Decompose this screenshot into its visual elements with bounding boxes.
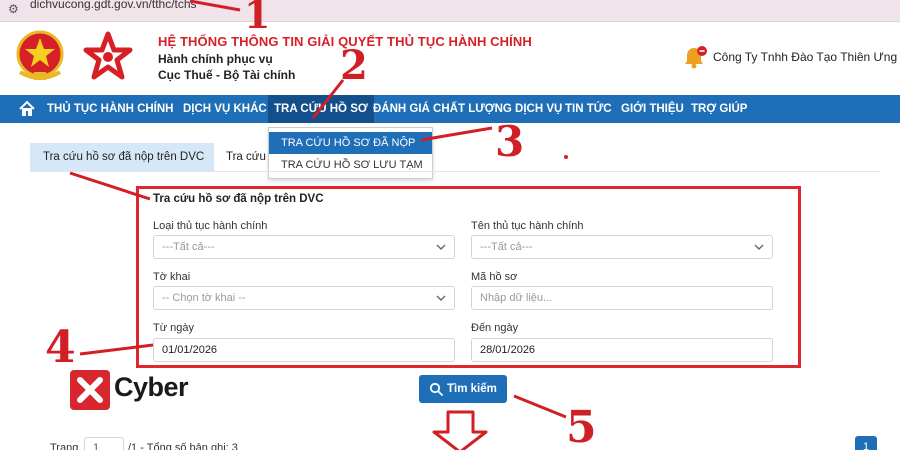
to-khai-value: -- Chọn tờ khai -- — [162, 292, 246, 304]
ma-ho-so-placeholder: Nhập dữ liệu... — [480, 292, 553, 304]
site-info-icon[interactable]: ⚙ — [8, 2, 19, 16]
page-number-value: 1 — [93, 442, 100, 450]
tab-divider — [30, 171, 880, 172]
home-icon[interactable] — [18, 100, 36, 118]
company-name[interactable]: Công Ty Tnhh Đào Tạo Thiên Ưng — [713, 50, 897, 64]
loai-thu-tuc-value: ---Tất cả--- — [162, 241, 215, 253]
page-label: Trang — [50, 442, 79, 450]
loai-thu-tuc-label: Loại thủ tục hành chính — [153, 220, 268, 232]
subtitle-agency: Cục Thuế - Bộ Tài chính — [158, 68, 296, 82]
nav-gioi-thieu[interactable]: GIỚI THIỆU — [621, 95, 684, 123]
nav-dich-vu-khac[interactable]: DỊCH VỤ KHÁC — [183, 95, 267, 123]
nav-danh-gia-chat-luong[interactable]: ĐÁNH GIÁ CHẤT LƯỢNG DỊCH VỤ — [373, 95, 562, 123]
loai-thu-tuc-select[interactable]: ---Tất cả--- — [153, 235, 455, 259]
browser-address-bar[interactable]: ⚙ dichvucong.gdt.gov.vn/tthc/tchs — [0, 0, 900, 22]
den-ngay-label: Đến ngày — [471, 322, 519, 334]
url-text[interactable]: dichvucong.gdt.gov.vn/tthc/tchs — [30, 0, 197, 11]
ten-thu-tuc-select[interactable]: ---Tất cả--- — [471, 235, 773, 259]
page-button-1[interactable]: 1 — [855, 436, 877, 450]
ma-ho-so-label: Mã hồ sơ — [471, 271, 518, 283]
den-ngay-input[interactable]: 28/01/2026 — [471, 338, 773, 362]
form-title: Tra cứu hồ sơ đã nộp trên DVC — [153, 193, 324, 205]
annotation-dot — [564, 155, 568, 159]
service-star-logo-icon — [83, 31, 133, 80]
annotation-number-5: 5 — [566, 402, 597, 450]
search-icon — [429, 382, 443, 396]
search-button[interactable]: Tìm kiếm — [419, 375, 507, 403]
tu-ngay-label: Từ ngày — [153, 322, 194, 334]
menu-item-ho-so-da-nop[interactable]: TRA CỨU HỒ SƠ ĐÃ NỘP — [269, 132, 432, 154]
to-khai-select[interactable]: -- Chọn tờ khai -- — [153, 286, 455, 310]
annotation-number-3: 3 — [495, 117, 525, 166]
page-number-input[interactable]: 1 — [84, 437, 124, 450]
subtitle-service: Hành chính phục vụ — [158, 52, 273, 66]
ten-thu-tuc-label: Tên thủ tục hành chính — [471, 220, 584, 232]
nav-tro-giup[interactable]: TRỢ GIÚP — [691, 95, 747, 123]
annotation-number-4: 4 — [45, 322, 76, 373]
to-khai-label: Tờ khai — [153, 271, 191, 283]
notification-bell-icon[interactable] — [682, 44, 708, 70]
cyber-logo-text: Cyber — [114, 372, 189, 402]
search-button-label: Tìm kiếm — [447, 383, 497, 395]
menu-item-ho-so-luu-tam[interactable]: TRA CỨU HỒ SƠ LƯU TẠM — [269, 154, 432, 176]
nav-tin-tuc[interactable]: TIN TỨC — [565, 95, 612, 123]
total-records-text: /1 - Tổng số bản ghi: 3 — [128, 442, 238, 450]
tu-ngay-value: 01/01/2026 — [162, 344, 218, 356]
national-emblem-icon — [16, 30, 64, 80]
main-nav: THỦ TỤC HÀNH CHÍNH DỊCH VỤ KHÁC TRA CỨU … — [0, 95, 900, 123]
nav-thu-tuc-hanh-chinh[interactable]: THỦ TỤC HÀNH CHÍNH — [47, 95, 174, 123]
ten-thu-tuc-value: ---Tất cả--- — [480, 241, 533, 253]
ma-ho-so-input[interactable]: Nhập dữ liệu... — [471, 286, 773, 310]
annotation-number-1: 1 — [244, 0, 271, 37]
annotation-number-2: 2 — [340, 42, 368, 89]
cyber-logo-icon — [70, 370, 110, 410]
nav-tra-cuu-ho-so[interactable]: TRA CỨU HỒ SƠ — [268, 95, 374, 123]
tab-ho-so-da-nop[interactable]: Tra cứu hồ sơ đã nộp trên DVC — [30, 143, 214, 171]
chevron-down-icon — [754, 244, 764, 250]
tab-tra-cuu-other[interactable]: Tra cứu — [226, 143, 266, 171]
den-ngay-value: 28/01/2026 — [480, 344, 536, 356]
down-arrow-shape — [432, 410, 488, 450]
annotation-line-5 — [513, 394, 567, 419]
chevron-down-icon — [436, 244, 446, 250]
tu-ngay-input[interactable]: 01/01/2026 — [153, 338, 455, 362]
chevron-down-icon — [436, 295, 446, 301]
